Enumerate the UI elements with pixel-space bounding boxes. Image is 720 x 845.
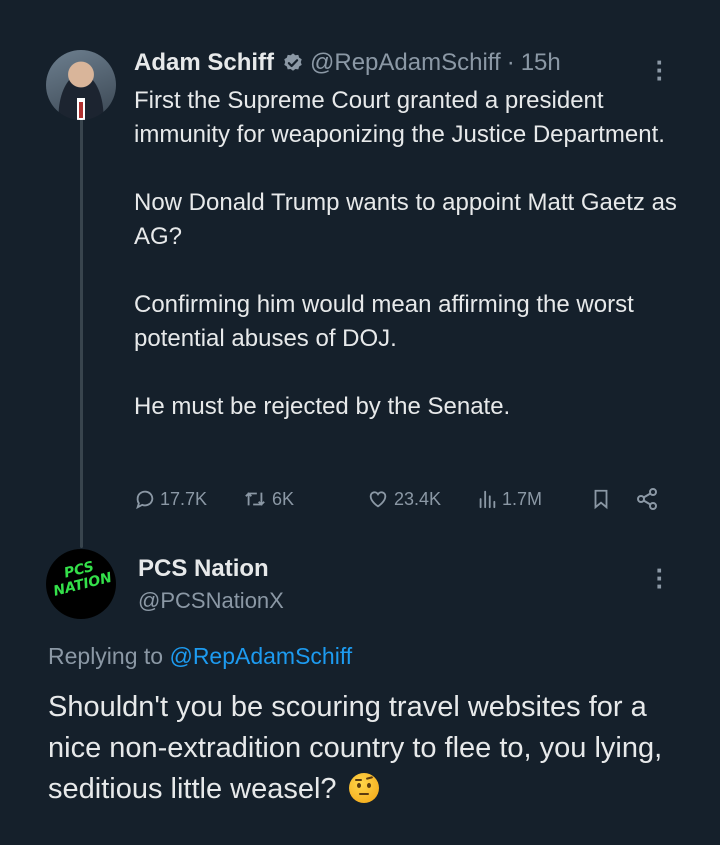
avatar-pcs-nation[interactable]: PCS NATION	[46, 549, 116, 619]
tweet1-action-bar: 17.7K 6K 23.4K 1.7M	[134, 484, 674, 514]
tweet2-body: Shouldn't you be scouring travel website…	[48, 687, 698, 810]
verified-badge-icon	[284, 53, 302, 71]
tweet1-paragraph: First the Supreme Court granted a presid…	[134, 87, 665, 148]
like-count: 23.4K	[394, 488, 442, 509]
reply-count: 17.7K	[160, 488, 208, 509]
pcs-nation-logo: PCS NATION	[46, 555, 116, 600]
replying-mention-link[interactable]: @RepAdamSchiff	[169, 643, 352, 669]
repost-count: 6K	[272, 488, 295, 509]
tweet1-paragraph: Now Donald Trump wants to appoint Matt G…	[134, 189, 677, 250]
like-button[interactable]: 23.4K	[366, 484, 441, 514]
tweet2-author-name[interactable]: PCS Nation	[138, 555, 269, 583]
heart-icon	[369, 491, 387, 508]
repost-icon	[245, 492, 265, 506]
tweet1-paragraph: He must be rejected by the Senate.	[134, 393, 511, 420]
tweet2-handle[interactable]: @PCSNationX	[138, 588, 284, 614]
tweet1-timestamp[interactable]: 15h	[521, 49, 561, 77]
bookmark-button[interactable]	[590, 484, 612, 514]
tweet1-handle[interactable]: @RepAdamSchiff	[310, 49, 501, 77]
repost-button[interactable]: 6K	[242, 484, 294, 514]
replying-to-line: Replying to @RepAdamSchiff	[48, 643, 352, 670]
tweet1-body: First the Supreme Court granted a presid…	[134, 84, 694, 424]
avatar-tie	[79, 102, 83, 118]
share-button[interactable]	[634, 484, 660, 514]
avatar-adam-schiff[interactable]	[46, 50, 116, 120]
tweet2-more-options-icon[interactable]: · · ·	[650, 557, 670, 599]
tweet1-header: Adam Schiff @RepAdamSchiff · 15h	[134, 46, 561, 80]
reply-button[interactable]: 17.7K	[134, 484, 207, 514]
views-chart-icon	[479, 490, 496, 509]
tweet1-paragraph: Confirming him would mean affirming the …	[134, 291, 634, 352]
views-count: 1.7M	[502, 488, 543, 509]
bookmark-icon	[594, 489, 608, 510]
share-icon	[637, 488, 657, 510]
tweet1-author-name[interactable]: Adam Schiff	[134, 49, 274, 77]
tweet1-more-options-icon[interactable]: · · ·	[650, 49, 670, 91]
tweet1-separator: ·	[506, 49, 515, 76]
views-button[interactable]: 1.7M	[476, 484, 542, 514]
thread-connector-line	[80, 118, 83, 548]
raised-eyebrow-emoji-icon	[348, 773, 379, 803]
replying-prefix: Replying to	[48, 643, 170, 669]
reply-icon	[136, 490, 154, 510]
